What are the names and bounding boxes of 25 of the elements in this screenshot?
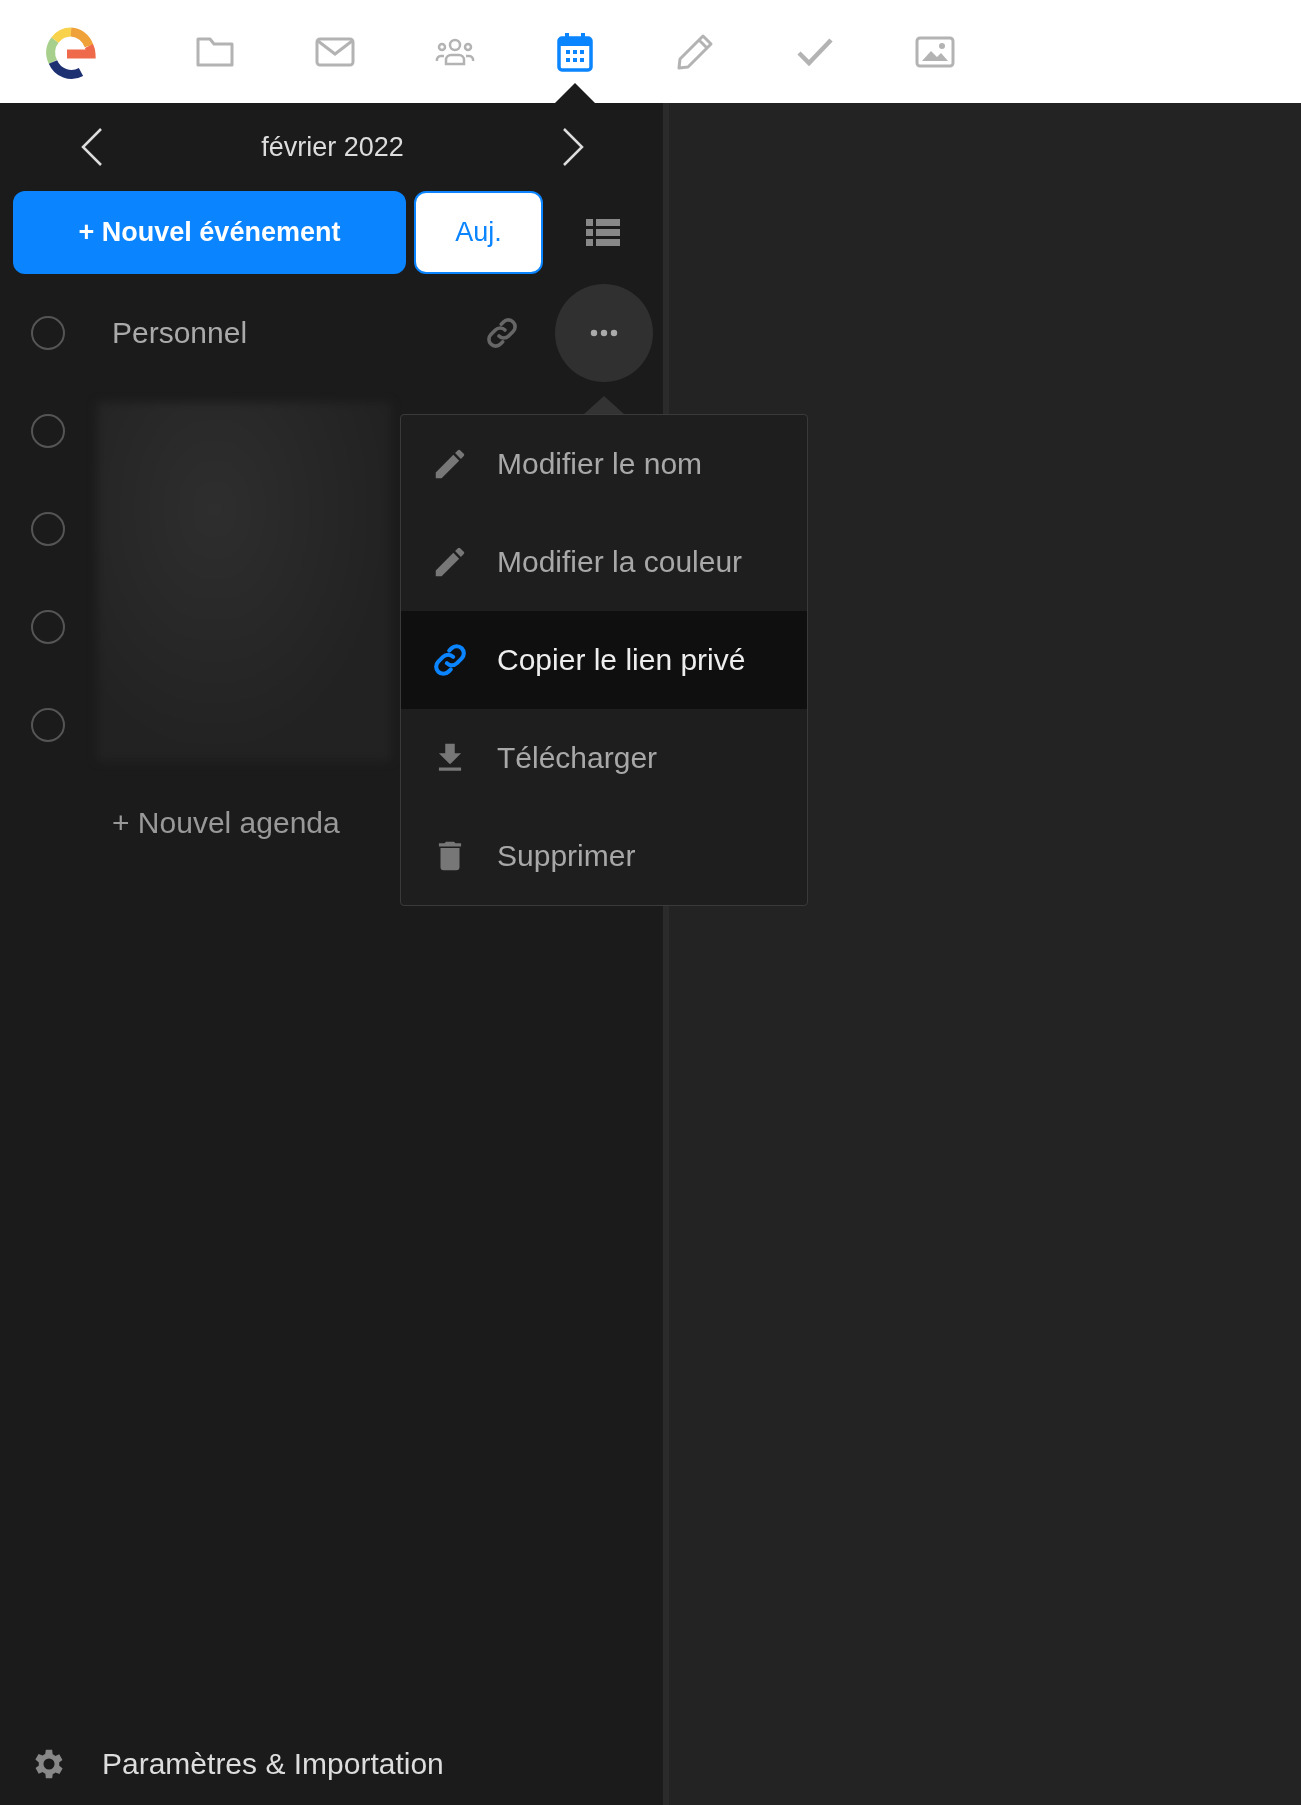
next-month-icon[interactable] <box>561 127 585 167</box>
more-icon <box>590 329 618 337</box>
calendar-name[interactable]: Personnel <box>112 316 248 350</box>
menu-item[interactable]: Modifier le nom <box>401 415 807 513</box>
calendar-checkbox[interactable] <box>31 512 65 546</box>
settings-link[interactable]: Paramètres & Importation <box>102 1747 444 1781</box>
calendar-checkbox[interactable] <box>31 414 65 448</box>
new-event-button[interactable]: + Nouvel événement <box>13 191 406 274</box>
today-button[interactable]: Auj. <box>414 191 543 274</box>
menu-item[interactable]: Modifier la couleur <box>401 513 807 611</box>
link-icon[interactable] <box>484 315 520 351</box>
calendar-checkbox[interactable] <box>31 610 65 644</box>
calendar-icon <box>557 31 593 72</box>
link-icon <box>431 641 469 679</box>
calendar-checkbox[interactable] <box>31 708 65 742</box>
image-icon <box>915 34 955 69</box>
menu-item[interactable]: Supprimer <box>401 807 807 905</box>
people-icon <box>435 36 475 67</box>
month-title: février 2022 <box>261 131 404 163</box>
mail-icon <box>315 35 355 68</box>
calendar-checkbox[interactable] <box>31 316 65 350</box>
menu-item[interactable]: Télécharger <box>401 709 807 807</box>
previous-month-icon[interactable] <box>80 127 104 167</box>
list-view-icon[interactable] <box>586 217 620 248</box>
menu-item[interactable]: Copier le lien privé <box>401 611 807 709</box>
